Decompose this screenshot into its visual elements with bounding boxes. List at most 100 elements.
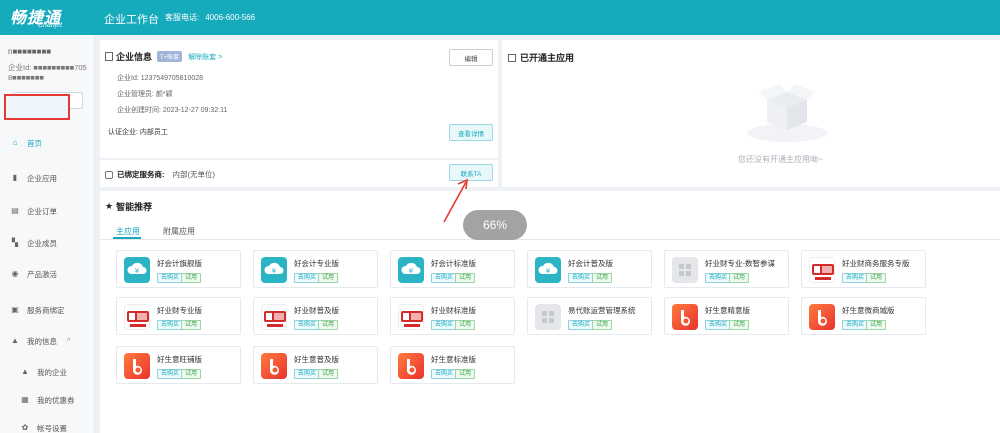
sidebar-item-1[interactable]: ▮ 企业应用	[10, 170, 90, 186]
app-orange-icon	[261, 353, 287, 379]
empty-apps-text: 您还没有开通主应用呦~	[738, 155, 823, 164]
app-red-icon	[261, 304, 287, 330]
app-card[interactable]: 好业财专业-数智参谋 去购买 试用	[664, 250, 789, 288]
opened-apps-header: 已开通主应用	[508, 51, 574, 64]
view-details-button[interactable]: 查看详情	[449, 124, 493, 141]
app-name: 好生意标准版	[431, 355, 476, 364]
document-icon	[105, 52, 113, 61]
buy-button[interactable]: 去购买	[157, 369, 184, 379]
app-card[interactable]: 好生意标准版 去购买 试用	[390, 346, 515, 384]
member-icon: ▚	[11, 238, 19, 247]
app-card[interactable]: 好生意微商城版 去购买 试用	[801, 297, 926, 335]
try-button[interactable]: 试用	[866, 320, 887, 330]
sidebar-item-6[interactable]: ▲ 我的信息 ^	[10, 333, 90, 349]
try-button[interactable]: 试用	[455, 273, 476, 283]
app-card[interactable]: 好业财普及版 去购买 试用	[253, 297, 378, 335]
support-phone: 客服电话: 4006-600-566	[165, 12, 255, 23]
buy-button[interactable]: 去购买	[568, 320, 595, 330]
tab-main-apps[interactable]: 主应用	[116, 226, 140, 237]
sidebar-item-5[interactable]: ▣ 服务商绑定	[10, 302, 90, 318]
sidebar-item-label: 企业成员	[27, 238, 57, 248]
app-card[interactable]: 好业财专业版 去购买 试用	[116, 297, 241, 335]
app-name: 好业财专业-数智参谋	[705, 259, 775, 268]
app-card[interactable]: 好生意精意版 去购买 试用	[664, 297, 789, 335]
svg-text:¥: ¥	[135, 267, 140, 275]
app-card[interactable]: 好业财商务服务专版 去购买 试用	[801, 250, 926, 288]
user-icon: ▲	[21, 367, 29, 376]
try-button[interactable]: 试用	[181, 273, 202, 283]
empty-box-illustration	[747, 84, 827, 142]
support-phone-number: 4006-600-566	[205, 13, 256, 22]
app-name: 好业财标准版	[431, 306, 476, 315]
buy-button[interactable]: 去购买	[705, 273, 732, 283]
try-button[interactable]: 试用	[866, 273, 887, 283]
buy-button[interactable]: 去购买	[157, 273, 184, 283]
svg-text:¥: ¥	[546, 267, 551, 275]
app-card[interactable]: ¥ 好会计普及版 去购买 试用	[527, 250, 652, 288]
app-card[interactable]: ¥ 好会计标准版 去购买 试用	[390, 250, 515, 288]
app-cloud-icon: ¥	[535, 257, 561, 283]
buy-button[interactable]: 去购买	[842, 273, 869, 283]
company-admin-line: 企业管理员: 颜*颖	[117, 91, 173, 98]
app-red-icon	[398, 304, 424, 330]
company-id: 企业Id: ■■■■■■■■■705 8■■■■■■■	[8, 63, 87, 82]
try-button[interactable]: 试用	[318, 369, 339, 379]
edit-button[interactable]: 编辑	[449, 49, 493, 66]
app-card[interactable]: 好生意普及版 去购买 试用	[253, 346, 378, 384]
buy-button[interactable]: 去购买	[705, 320, 732, 330]
buy-button[interactable]: 去购买	[157, 320, 184, 330]
recommend-title: 智能推荐	[116, 202, 153, 212]
logo-en: Chanjet	[38, 22, 63, 29]
try-button[interactable]: 试用	[729, 320, 750, 330]
chevron-up-icon[interactable]: ^	[67, 338, 70, 345]
app-card[interactable]: ¥ 好会计专业版 去购买 试用	[253, 250, 378, 288]
app-card[interactable]: 好生意旺铺版 去购买 试用	[116, 346, 241, 384]
app-grey-icon	[535, 304, 561, 330]
sidebar-item-2[interactable]: ▤ 企业订单	[10, 203, 90, 219]
try-button[interactable]: 试用	[592, 320, 613, 330]
activate-icon: ◉	[11, 269, 19, 278]
try-button[interactable]: 试用	[592, 273, 613, 283]
app-orange-icon	[672, 304, 698, 330]
opened-apps-title: 已开通主应用	[520, 53, 575, 63]
certification-line: 认证企业: 内部员工	[108, 129, 168, 136]
try-button[interactable]: 试用	[181, 320, 202, 330]
app-red-icon	[809, 257, 835, 283]
sidebar-item-7[interactable]: ▲ 我的企业	[20, 364, 100, 380]
buy-button[interactable]: 去购买	[842, 320, 869, 330]
try-button[interactable]: 试用	[318, 320, 339, 330]
sidebar-item-4[interactable]: ◉ 产品激活	[10, 266, 90, 282]
buy-button[interactable]: 去购买	[431, 320, 458, 330]
sidebar-item-label: 首页	[27, 138, 42, 148]
sidebar-item-0[interactable]: ⌂ 首页	[10, 135, 90, 151]
try-button[interactable]: 试用	[318, 273, 339, 283]
unbind-account-link[interactable]: 解除账套 >	[188, 52, 222, 62]
link-icon	[105, 170, 113, 179]
sidebar-item-9[interactable]: ✿ 帐号设置	[20, 420, 100, 433]
buy-button[interactable]: 去购买	[294, 369, 321, 379]
buy-button[interactable]: 去购买	[294, 320, 321, 330]
buy-button[interactable]: 去购买	[294, 273, 321, 283]
try-button[interactable]: 试用	[181, 369, 202, 379]
app-grey-icon	[672, 257, 698, 283]
try-button[interactable]: 试用	[729, 273, 750, 283]
app-card[interactable]: 好业财标准版 去购买 试用	[390, 297, 515, 335]
app-card[interactable]: ¥ 好会计旗舰版 去购买 试用	[116, 250, 241, 288]
try-button[interactable]: 试用	[455, 369, 476, 379]
try-button[interactable]: 试用	[455, 320, 476, 330]
sidebar-item-3[interactable]: ▚ 企业成员	[10, 235, 90, 251]
coupon-icon: ▦	[21, 395, 29, 404]
app-name: 好会计旗舰版	[157, 259, 202, 268]
buy-button[interactable]: 去购买	[431, 273, 458, 283]
buy-button[interactable]: 去购买	[568, 273, 595, 283]
support-phone-label: 客服电话:	[165, 13, 200, 22]
sidebar-item-8[interactable]: ▦ 我的优惠券	[20, 392, 100, 408]
tab-active-underline	[113, 237, 141, 239]
tab-sub-apps[interactable]: 附属应用	[163, 226, 195, 237]
buy-button[interactable]: 去购买	[431, 369, 458, 379]
app-orange-icon	[398, 353, 424, 379]
home-icon: ⌂	[12, 138, 18, 147]
top-bar: 畅捷通 Chanjet 企业工作台 客服电话: 4006-600-566	[0, 0, 1000, 35]
app-card[interactable]: 易代账运营管理系统 去购买 试用	[527, 297, 652, 335]
app-name: 好业财商务服务专版	[842, 259, 910, 268]
